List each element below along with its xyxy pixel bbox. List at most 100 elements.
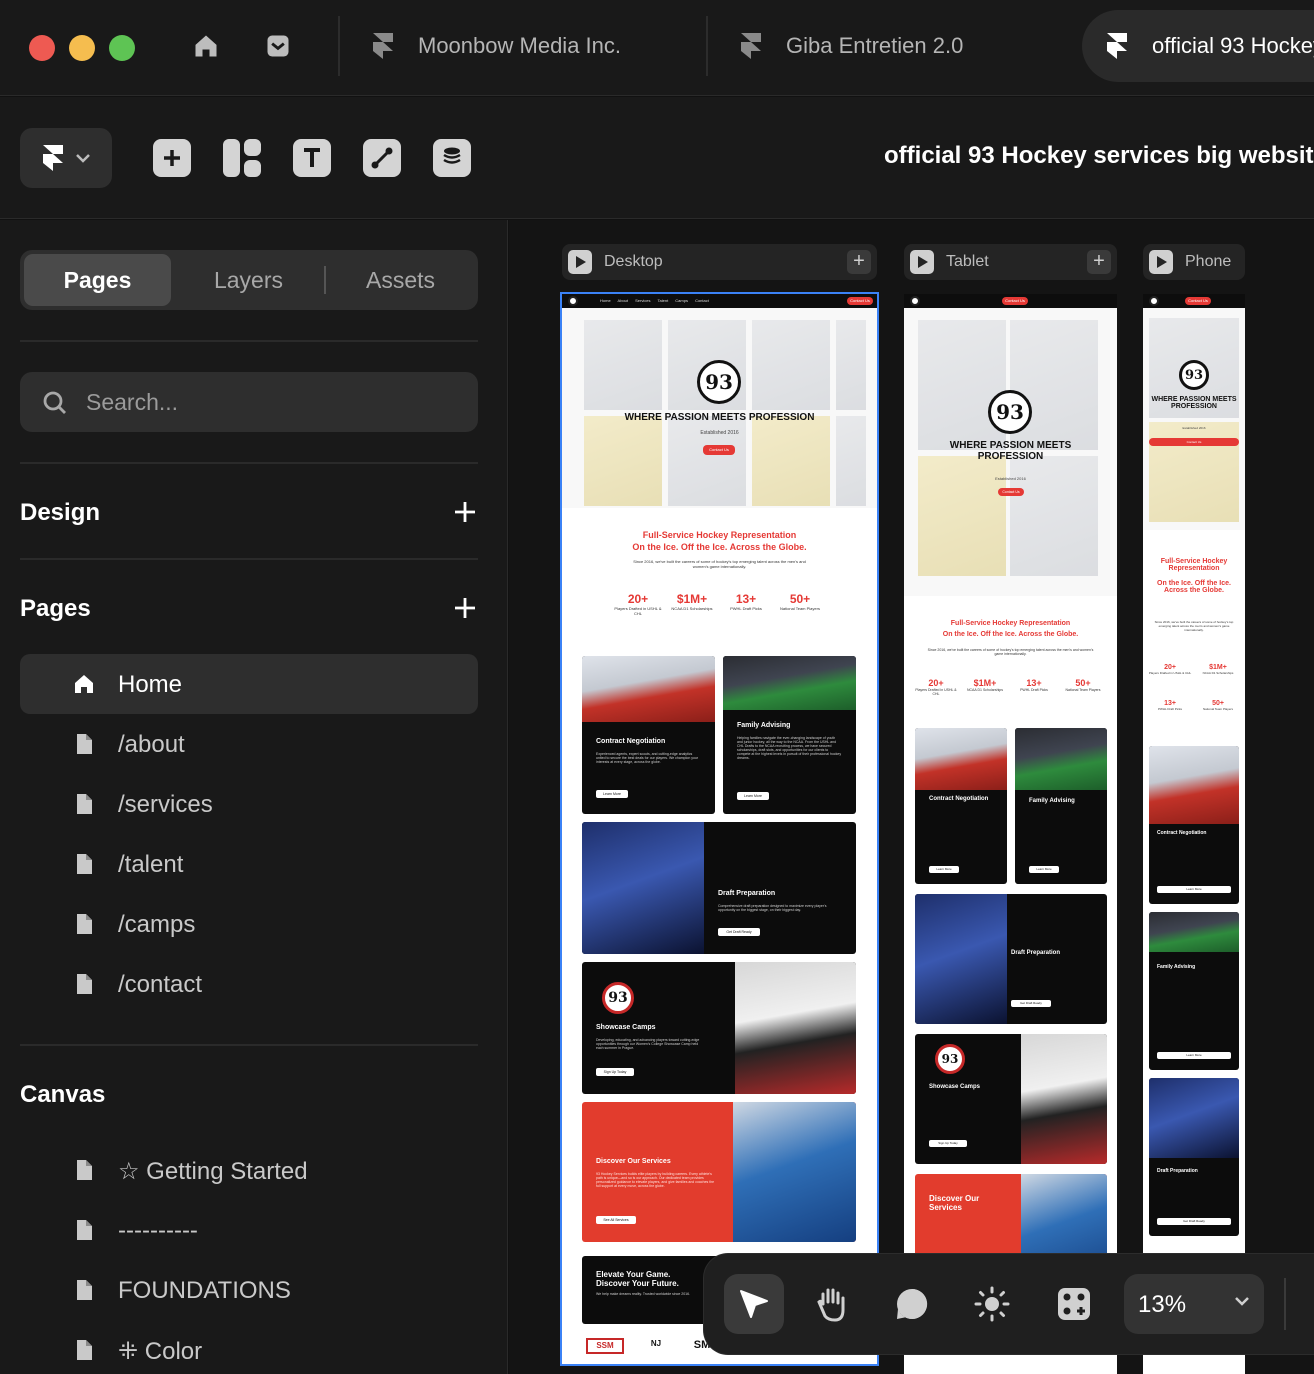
- add-page-button[interactable]: [452, 595, 478, 621]
- contact-button[interactable]: Contact Us: [847, 297, 873, 305]
- site-logo: [1149, 296, 1159, 306]
- learn-more-button[interactable]: Learn More: [1157, 1052, 1231, 1059]
- get-draft-ready-button[interactable]: Get Draft Ready: [1011, 1000, 1051, 1007]
- contact-button[interactable]: Contact Us: [1185, 297, 1211, 305]
- canvas-item-divider[interactable]: ----------: [20, 1200, 478, 1260]
- intro-text: Since 2016, we've built the careers of s…: [633, 559, 806, 569]
- breakpoint-tablet-header[interactable]: Tablet +: [904, 244, 1117, 280]
- site-logo: [910, 296, 920, 306]
- learn-more-button[interactable]: Learn More: [1157, 886, 1231, 893]
- stat-drafted: 20+ Players Drafted in USHL & CHL: [1148, 664, 1192, 675]
- page-item-about[interactable]: /about: [20, 714, 478, 774]
- text-button[interactable]: [293, 139, 331, 177]
- framer-menu-button[interactable]: [20, 128, 112, 188]
- card-family-advising[interactable]: Family Advising Learn More: [1015, 728, 1107, 884]
- get-draft-ready-button[interactable]: Get Draft Ready: [718, 928, 760, 936]
- plugins-icon: [1058, 1288, 1090, 1320]
- cms-button[interactable]: [433, 139, 471, 177]
- learn-more-button[interactable]: Learn More: [737, 792, 769, 800]
- canvas-area[interactable]: Desktop + Tablet + Phone Home About Serv…: [509, 220, 1314, 1374]
- tab-official-93-hockey[interactable]: official 93 Hockey services big website: [1082, 10, 1314, 82]
- learn-more-button[interactable]: Learn More: [929, 866, 959, 873]
- zoom-dropdown[interactable]: 13%: [1124, 1274, 1264, 1334]
- search-box[interactable]: [20, 372, 478, 432]
- card-contract-negotiation[interactable]: Contract Negotiation Learn More: [915, 728, 1007, 884]
- page-item-services[interactable]: /services: [20, 774, 478, 834]
- card-draft-preparation[interactable]: Draft Preparation Get Draft Ready: [1149, 1078, 1239, 1236]
- sign-up-button[interactable]: Sign Up Today: [596, 1068, 634, 1076]
- tab-giba-entretien[interactable]: Giba Entretien 2.0: [738, 10, 963, 82]
- theme-toggle-button[interactable]: [962, 1274, 1022, 1334]
- sign-up-button[interactable]: Sign Up Today: [929, 1140, 967, 1147]
- comment-icon: [897, 1288, 928, 1319]
- card-showcase-camps[interactable]: 93 Showcase Camps Developing, educating,…: [582, 962, 856, 1094]
- desktop-frame[interactable]: Home About Services Talent Camps Contact…: [560, 292, 879, 1366]
- tab-assets[interactable]: Assets: [327, 254, 474, 306]
- vector-button[interactable]: [363, 139, 401, 177]
- page-item-contact[interactable]: /contact: [20, 954, 478, 1014]
- hero-contact-button[interactable]: Contact Us: [703, 445, 735, 455]
- minimize-window-button[interactable]: [69, 35, 95, 61]
- layout-button[interactable]: [223, 139, 261, 177]
- hero-title: WHERE PASSION MEETS PROFESSION: [949, 440, 1072, 462]
- stat-scholarships: $1M+ NCAA D1 Scholarships: [967, 678, 1003, 692]
- hero-contact-button[interactable]: Contact Us: [1149, 438, 1239, 446]
- preview-icon[interactable]: [910, 250, 934, 274]
- preview-icon[interactable]: [1149, 250, 1173, 274]
- phone-frame[interactable]: Contact Us 93 WHERE PASSION MEETS PROFES…: [1143, 294, 1245, 1374]
- pages-section-title: Pages: [20, 595, 91, 622]
- add-breakpoint-button[interactable]: +: [847, 250, 871, 274]
- preview-icon[interactable]: [568, 250, 592, 274]
- see-all-services-button[interactable]: See All Services: [596, 1216, 636, 1224]
- page-item-talent[interactable]: /talent: [20, 834, 478, 894]
- card-draft-preparation[interactable]: Draft Preparation Get Draft Ready: [915, 894, 1107, 1024]
- hero-contact-button[interactable]: Contact Us: [998, 488, 1024, 496]
- canvas-item-foundations[interactable]: FOUNDATIONS: [20, 1260, 478, 1320]
- project-title[interactable]: official 93 Hockey services big website: [884, 142, 1314, 170]
- card-contract-negotiation[interactable]: Contract Negotiation Learn More: [1149, 746, 1239, 904]
- tab-moonbow-media[interactable]: Moonbow Media Inc.: [370, 10, 621, 82]
- hero-subtitle: Established 2016: [1182, 426, 1206, 430]
- contact-button[interactable]: Contact Us: [1002, 297, 1028, 305]
- hero-title: WHERE PASSION MEETS PROFESSION: [1151, 396, 1237, 410]
- headline-2: On the Ice. Off the Ice. Across the Glob…: [632, 542, 807, 552]
- inbox-icon[interactable]: [262, 30, 294, 62]
- breakpoint-desktop-header[interactable]: Desktop +: [562, 244, 877, 280]
- select-tool-button[interactable]: [724, 1274, 784, 1334]
- learn-more-button[interactable]: Learn More: [596, 790, 628, 798]
- nav-links: Home About Services Talent Camps Contact: [600, 298, 709, 303]
- hero-subtitle: Established 2016: [995, 476, 1026, 481]
- card-family-advising[interactable]: Family Advising Helping families navigat…: [723, 656, 856, 814]
- card-discover-services[interactable]: Discover Our Services 93 Hockey Services…: [582, 1102, 856, 1242]
- card-draft-preparation[interactable]: Draft Preparation Comprehensive draft pr…: [582, 822, 856, 954]
- stat-pwhl: 13+ PWHL Draft Picks: [1158, 700, 1182, 711]
- home-icon[interactable]: [190, 30, 222, 62]
- layout-icon: [223, 139, 261, 177]
- breakpoint-phone-header[interactable]: Phone: [1143, 244, 1245, 280]
- learn-more-button[interactable]: Learn More: [1029, 866, 1059, 873]
- plugins-button[interactable]: [1044, 1274, 1104, 1334]
- tab-layers[interactable]: Layers: [175, 254, 322, 306]
- page-label: /services: [118, 791, 213, 818]
- add-design-button[interactable]: [452, 499, 478, 525]
- card-family-advising[interactable]: Family Advising Learn More: [1149, 912, 1239, 1070]
- insert-button[interactable]: [153, 139, 191, 177]
- hand-tool-button[interactable]: [802, 1274, 862, 1334]
- hero-title: WHERE PASSION MEETS PROFESSION: [624, 412, 815, 423]
- page-item-camps[interactable]: /camps: [20, 894, 478, 954]
- card-contract-negotiation[interactable]: Contract Negotiation Experienced agents,…: [582, 656, 715, 814]
- page-item-home[interactable]: Home: [20, 654, 478, 714]
- add-breakpoint-button[interactable]: +: [1087, 250, 1111, 274]
- tablet-frame[interactable]: Contact Us 93 WHERE PASSION MEETS PROFES…: [904, 294, 1117, 1374]
- stat-scholarships: $1M+ NCAA D1 Scholarships: [1202, 664, 1234, 675]
- comment-tool-button[interactable]: [882, 1274, 942, 1334]
- tab-pages[interactable]: Pages: [24, 254, 171, 306]
- close-window-button[interactable]: [29, 35, 55, 61]
- card-showcase-camps[interactable]: 93 Showcase Camps Sign Up Today: [915, 1034, 1107, 1164]
- maximize-window-button[interactable]: [109, 35, 135, 61]
- canvas-item-getting-started[interactable]: ☆ Getting Started: [20, 1140, 478, 1200]
- canvas-item-color[interactable]: ⁜ Color: [20, 1320, 478, 1374]
- skater-photo: [733, 1102, 856, 1242]
- get-draft-ready-button[interactable]: Get Draft Ready: [1157, 1218, 1231, 1225]
- search-input[interactable]: [86, 384, 456, 420]
